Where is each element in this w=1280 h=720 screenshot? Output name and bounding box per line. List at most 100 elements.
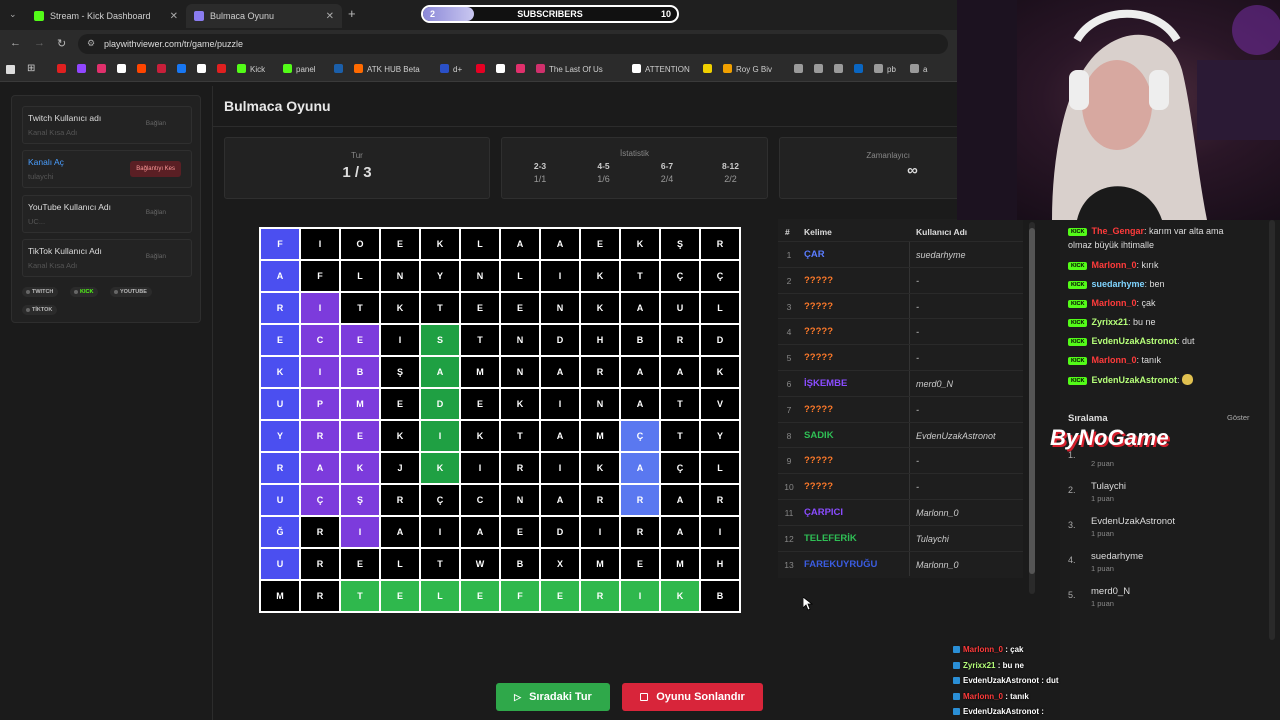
- bookmark-item[interactable]: [703, 64, 716, 74]
- bookmark-item[interactable]: [57, 64, 70, 74]
- close-tab-icon[interactable]: ✕: [170, 11, 178, 22]
- words-table-scrollbar[interactable]: [1029, 222, 1035, 594]
- bookmark-item[interactable]: ATTENTION: [632, 64, 690, 74]
- chip-tiktok[interactable]: TİKTOK: [22, 305, 58, 315]
- chat-username[interactable]: Zyrixx21: [1091, 317, 1128, 327]
- row-user: -: [916, 404, 919, 415]
- bookmark-item[interactable]: [117, 64, 130, 74]
- youtube-channel-input[interactable]: UC...: [28, 217, 45, 226]
- bookmark-item[interactable]: [794, 64, 807, 74]
- column-divider: [909, 448, 910, 474]
- bookmark-item[interactable]: [334, 64, 347, 74]
- grid-cell: U: [260, 388, 300, 420]
- site-info-icon[interactable]: ⚙: [87, 38, 95, 49]
- chat-username[interactable]: EvdenUzakAstronot: [1091, 336, 1177, 346]
- kick-open-channel-link[interactable]: Kanalı Aç: [28, 157, 64, 167]
- chat-username[interactable]: Marlonn_0: [1091, 298, 1136, 308]
- grid-cell: L: [380, 548, 420, 580]
- bookmark-item[interactable]: The Last Of Us: [536, 64, 603, 74]
- kick-channel-input[interactable]: tulaychi: [28, 172, 53, 181]
- url-field[interactable]: ⚙ playwithviewer.com/tr/game/puzzle: [78, 34, 948, 54]
- row-user: Marlonn_0: [916, 508, 959, 518]
- grid-icon[interactable]: ⊞: [27, 63, 35, 74]
- overlay-text: : dut: [1041, 676, 1059, 686]
- twitch-channel-input[interactable]: Kanal Kısa Adı: [28, 128, 77, 137]
- end-game-button[interactable]: Oyunu Sonlandır: [622, 683, 763, 711]
- grid-cell: M: [580, 548, 620, 580]
- scrollbar-thumb[interactable]: [1029, 228, 1035, 574]
- bookmark-item[interactable]: panel: [283, 64, 316, 74]
- grid-cell: A: [660, 484, 700, 516]
- subscribers-goal: 10: [660, 9, 671, 19]
- bookmark-item[interactable]: [97, 64, 110, 74]
- chat-scrollbar[interactable]: [1269, 220, 1275, 640]
- grid-cell: D: [700, 324, 740, 356]
- bookmark-item[interactable]: a: [910, 64, 927, 74]
- tiktok-connect-button[interactable]: Bağlan: [146, 253, 166, 260]
- next-round-button[interactable]: ▷ Sıradaki Tur: [496, 683, 610, 711]
- tab-kick-dashboard[interactable]: Stream - Kick Dashboard ✕: [26, 4, 186, 28]
- overlay-chat-message: Marlonn_0 : tanık: [953, 692, 1029, 701]
- kick-disconnect-button[interactable]: Bağlantıyı Kes: [130, 161, 181, 177]
- bookmark-item[interactable]: [217, 64, 230, 74]
- tiktok-channel-input[interactable]: Kanal Kısa Adı: [28, 261, 77, 270]
- bookmark-item[interactable]: [496, 64, 509, 74]
- close-tab-icon[interactable]: ✕: [326, 11, 334, 22]
- reload-icon[interactable]: ↻: [57, 37, 66, 50]
- chat-username[interactable]: suedarhyme: [1091, 279, 1144, 289]
- grid-cell: A: [660, 516, 700, 548]
- chip-kick[interactable]: KICK: [70, 287, 99, 297]
- bookmark-favicon-icon: [496, 64, 505, 73]
- bookmark-item[interactable]: ATK HUB Beta: [354, 64, 420, 74]
- grid-cell: K: [420, 452, 460, 484]
- kick-badge-icon: [953, 661, 960, 669]
- tab-puzzle-game[interactable]: Bulmaca Oyunu ✕: [186, 4, 342, 28]
- bookmark-item[interactable]: d+: [440, 64, 462, 74]
- bookmark-item[interactable]: [854, 64, 867, 74]
- bookmark-item[interactable]: [814, 64, 827, 74]
- chip-twitch[interactable]: TWITCH: [22, 287, 59, 297]
- bookmark-item[interactable]: [834, 64, 847, 74]
- bookmark-item[interactable]: [476, 64, 489, 74]
- grid-cell: Ş: [660, 228, 700, 260]
- grid-cell: E: [460, 580, 500, 612]
- bookmark-item[interactable]: [197, 64, 210, 74]
- overlay-username: EvdenUzakAstronot: [963, 707, 1040, 717]
- chat-message: KICK suedarhyme: ben: [1068, 279, 1165, 289]
- grid-cell: L: [700, 452, 740, 484]
- grid-cell: N: [380, 260, 420, 292]
- bookmark-item[interactable]: [77, 64, 90, 74]
- new-tab-button[interactable]: +: [348, 6, 356, 21]
- chat-username[interactable]: Marlonn_0: [1091, 260, 1136, 270]
- chat-username[interactable]: The_Gengar: [1091, 226, 1144, 236]
- chat-username[interactable]: Marlonn_0: [1091, 355, 1136, 365]
- row-number: 7: [786, 404, 792, 415]
- bookmark-item[interactable]: Roy G Biv: [723, 64, 772, 74]
- grid-cell: I: [300, 356, 340, 388]
- column-divider: [909, 474, 910, 499]
- grid-cell: E: [380, 580, 420, 612]
- grid-cell: L: [340, 260, 380, 292]
- bookmark-favicon-icon: [177, 64, 186, 73]
- chat-text: bu ne: [1133, 317, 1156, 327]
- twitch-connect-button[interactable]: Bağlan: [146, 120, 166, 127]
- grid-cell: Ç: [620, 420, 660, 452]
- bookmark-item[interactable]: [177, 64, 190, 74]
- chip-youtube[interactable]: YOUTUBE: [110, 287, 152, 297]
- ranking-toggle[interactable]: Göster: [1227, 413, 1250, 422]
- bookmark-item[interactable]: [516, 64, 529, 74]
- column-divider: [909, 396, 910, 422]
- grid-cell: Ç: [660, 260, 700, 292]
- tab-list-icon[interactable]: ⌄: [9, 9, 17, 20]
- bookmark-item[interactable]: [137, 64, 150, 74]
- grid-cell: M: [660, 548, 700, 580]
- chat-username[interactable]: EvdenUzakAstronot: [1091, 375, 1177, 385]
- grid-cell: A: [540, 484, 580, 516]
- youtube-connect-button[interactable]: Bağlan: [146, 209, 166, 216]
- back-icon[interactable]: ←: [10, 37, 21, 49]
- apps-icon[interactable]: [6, 65, 15, 74]
- bookmark-item[interactable]: Kick: [237, 64, 265, 74]
- bookmark-item[interactable]: pb: [874, 64, 896, 74]
- forward-icon[interactable]: →: [34, 37, 45, 49]
- bookmark-item[interactable]: [157, 64, 170, 74]
